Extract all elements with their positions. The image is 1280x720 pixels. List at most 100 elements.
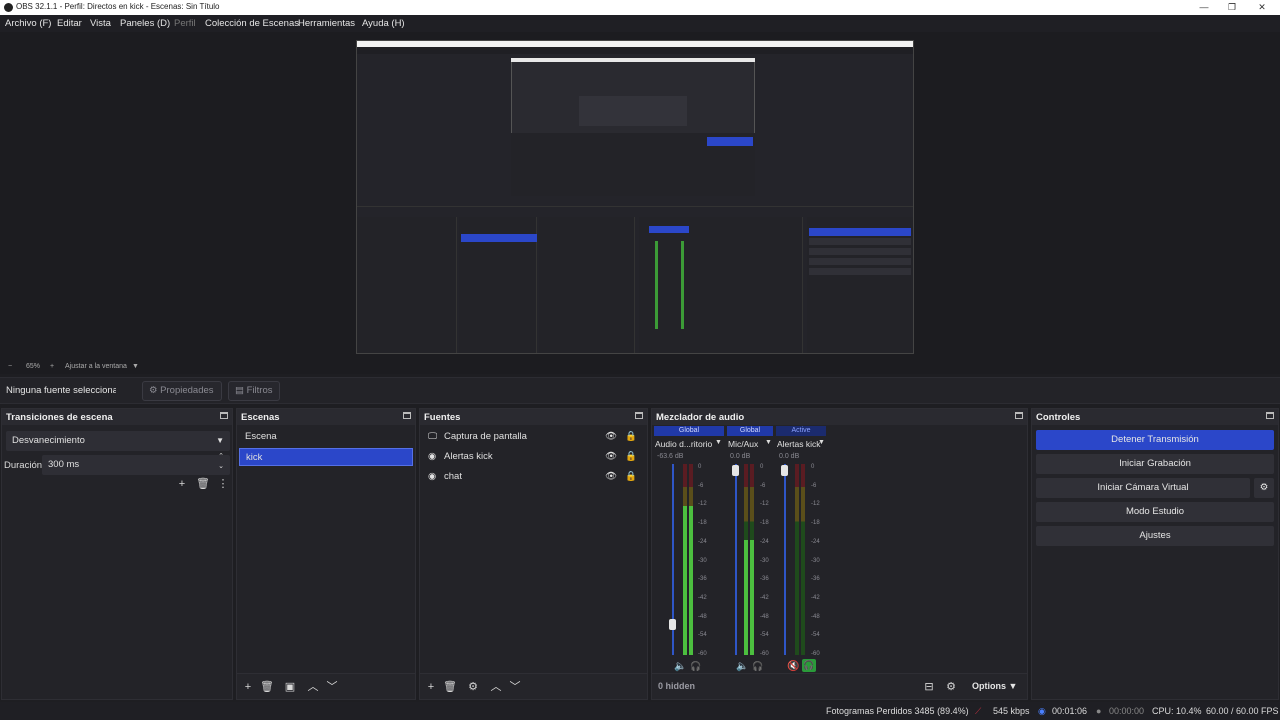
fader-handle[interactable]: [669, 619, 676, 630]
move-up-icon[interactable]: ︿: [489, 680, 503, 694]
eye-icon[interactable]: 👁: [605, 448, 617, 466]
minimize-button[interactable]: —: [1190, 0, 1218, 15]
channel-db: 0.0 dB: [779, 453, 800, 460]
meter-tick-label: -60: [811, 651, 820, 657]
undock-icon[interactable]: [403, 412, 411, 419]
trash-icon[interactable]: 🗑: [260, 680, 274, 694]
menu-paneles[interactable]: Paneles (D): [120, 18, 170, 29]
move-down-icon[interactable]: ﹀: [508, 680, 522, 694]
settings-button[interactable]: Ajustes: [1036, 526, 1274, 546]
controls-title: Controles: [1036, 412, 1081, 423]
lock-icon[interactable]: 🔒: [625, 428, 637, 446]
close-button[interactable]: ✕: [1248, 0, 1276, 15]
eye-icon[interactable]: 👁: [605, 428, 617, 446]
meter-tick-label: -36: [811, 576, 820, 583]
menu-editar[interactable]: Editar: [57, 18, 82, 29]
level-meter: [750, 464, 754, 655]
filters-button[interactable]: ▤ Filtros: [228, 381, 280, 401]
spin-arrows-icon[interactable]: ⌃ ⌄: [218, 452, 224, 472]
stream-icon: ◉: [1038, 706, 1046, 716]
status-bar: Fotogramas Perdidos 3485 (89.4%) ⟋ 545 k…: [0, 702, 1280, 720]
meter-fill: [750, 540, 754, 655]
chevron-down-icon[interactable]: ▼: [818, 439, 825, 446]
zoom-in-button[interactable]: +: [50, 363, 54, 370]
move-down-icon[interactable]: ﹀: [325, 680, 339, 694]
undock-icon[interactable]: [1266, 412, 1274, 419]
undock-icon[interactable]: [220, 412, 228, 419]
meter-tick-label: -54: [811, 632, 820, 639]
channel-name[interactable]: Audio d...ritorio: [655, 439, 712, 449]
bitrate: 545 kbps: [993, 706, 1030, 716]
menu-ayuda[interactable]: Ayuda (H): [362, 18, 405, 29]
virtual-camera-settings-button[interactable]: ⚙: [1254, 478, 1274, 498]
lock-icon[interactable]: 🔒: [625, 468, 637, 486]
start-recording-button[interactable]: Iniciar Grabación: [1036, 454, 1274, 474]
meter-tick-label: -60: [760, 651, 769, 657]
meter-tick-label: -24: [811, 538, 820, 545]
maximize-button[interactable]: ❐: [1218, 0, 1246, 15]
lock-icon[interactable]: 🔒: [625, 448, 637, 466]
add-scene-button[interactable]: +: [241, 680, 255, 694]
source-item[interactable]: ◉ chat 👁 🔒: [422, 468, 645, 486]
add-source-button[interactable]: +: [424, 680, 438, 694]
scene-item-kick[interactable]: kick: [239, 448, 413, 466]
source-item[interactable]: ◉ Alertas kick 👁 🔒: [422, 448, 645, 466]
volume-fader[interactable]: [784, 464, 786, 655]
cpu-usage: CPU: 10.4%: [1152, 706, 1202, 716]
network-icon: ⟋: [975, 706, 982, 716]
meter-tick-label: -54: [698, 632, 707, 639]
studio-mode-button[interactable]: Modo Estudio: [1036, 502, 1274, 522]
gear-icon[interactable]: ⚙: [466, 680, 480, 694]
volume-fader[interactable]: [735, 464, 737, 655]
more-options-icon[interactable]: ⋮: [216, 477, 230, 491]
advanced-audio-icon[interactable]: ⚙: [944, 680, 958, 694]
duration-spinbox[interactable]: 300 ms ⌃ ⌄: [42, 452, 230, 475]
zoom-out-button[interactable]: −: [8, 363, 12, 370]
chevron-down-icon[interactable]: ▼: [765, 439, 772, 446]
menu-archivo[interactable]: Archivo (F): [5, 18, 51, 29]
muted-speaker-icon[interactable]: 🔇: [787, 661, 799, 672]
trash-icon[interactable]: 🗑: [196, 477, 210, 491]
stop-streaming-button[interactable]: Detener Transmisión: [1036, 430, 1274, 450]
speaker-icon[interactable]: 🔈: [674, 661, 686, 672]
scene-filters-icon[interactable]: ▣: [283, 680, 297, 694]
add-transition-button[interactable]: +: [175, 477, 189, 491]
zoom-dropdown-icon[interactable]: ▼: [132, 363, 139, 370]
level-meter: [689, 464, 693, 655]
menu-herramientas[interactable]: Herramientas: [298, 18, 355, 29]
scene-item-escena[interactable]: Escena: [239, 428, 413, 446]
zoom-fit-button[interactable]: Ajustar a la ventana: [65, 363, 127, 370]
duration-label: Duración: [4, 460, 43, 471]
dropped-frames: Fotogramas Perdidos 3485 (89.4%): [826, 706, 969, 716]
options-button[interactable]: Options ▼: [972, 681, 1017, 691]
fader-handle[interactable]: [732, 465, 739, 476]
fader-handle[interactable]: [781, 465, 788, 476]
start-virtual-camera-button[interactable]: Iniciar Cámara Virtual: [1036, 478, 1250, 498]
menu-vista[interactable]: Vista: [90, 18, 111, 29]
undock-icon[interactable]: [635, 412, 643, 419]
eye-icon[interactable]: 👁: [605, 468, 617, 486]
move-up-icon[interactable]: ︿: [306, 680, 320, 694]
layout-toggle-icon[interactable]: ⊟: [922, 680, 936, 694]
monitor-on-icon[interactable]: 🎧: [802, 659, 816, 672]
meter-fill: [744, 540, 748, 655]
gear-icon: ⚙: [1259, 482, 1269, 493]
chevron-down-icon: ▼: [216, 436, 224, 445]
trash-icon[interactable]: 🗑: [443, 680, 457, 694]
gear-icon: ⚙: [149, 385, 158, 396]
channel-tag: Global: [654, 426, 724, 436]
speaker-icon[interactable]: 🔈: [736, 661, 748, 672]
channel-name[interactable]: Alertas kick: [777, 439, 820, 449]
chevron-down-icon[interactable]: ▼: [715, 439, 722, 446]
headphones-icon[interactable]: 🎧: [690, 661, 701, 672]
menu-perfil[interactable]: Perfil: [174, 18, 196, 29]
properties-button[interactable]: ⚙ Propiedades: [142, 381, 222, 401]
source-item[interactable]: 🖵 Captura de pantalla 👁 🔒: [422, 428, 645, 446]
headphones-icon[interactable]: 🎧: [752, 661, 763, 672]
undock-icon[interactable]: [1015, 412, 1023, 419]
transition-select[interactable]: Desvanecimiento ▼: [6, 431, 230, 451]
preview-canvas[interactable]: [356, 40, 914, 354]
meter-tick-label: -42: [698, 594, 707, 601]
menu-coleccion[interactable]: Colección de Escenas: [205, 18, 299, 29]
channel-name[interactable]: Mic/Aux: [728, 439, 758, 449]
